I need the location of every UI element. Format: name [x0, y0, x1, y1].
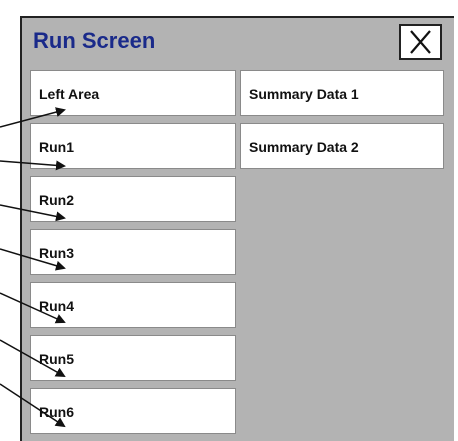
button-label: Run3 [39, 245, 74, 261]
summary-data-1-button[interactable]: Summary Data 1 [240, 70, 444, 116]
run2-button[interactable]: Run2 [30, 176, 236, 222]
screenshot-stage: Run Screen Left Area Run1 Run2 Run3 Run4… [0, 0, 458, 441]
close-x-icon [410, 30, 431, 54]
run5-button[interactable]: Run5 [30, 335, 236, 381]
run6-button[interactable]: Run6 [30, 388, 236, 434]
summary-data-2-button[interactable]: Summary Data 2 [240, 123, 444, 169]
run-screen-panel: Run Screen Left Area Run1 Run2 Run3 Run4… [20, 16, 454, 441]
button-label: Run4 [39, 298, 74, 314]
window-title: Run Screen [33, 28, 156, 53]
close-button[interactable] [399, 24, 442, 60]
button-label: Run5 [39, 351, 74, 367]
run4-button[interactable]: Run4 [30, 282, 236, 328]
button-label: Run2 [39, 192, 74, 208]
run1-button[interactable]: Run1 [30, 123, 236, 169]
button-label: Run6 [39, 404, 74, 420]
button-label: Summary Data 2 [249, 139, 359, 155]
button-label: Run1 [39, 139, 74, 155]
left-area-button[interactable]: Left Area [30, 70, 236, 116]
button-label: Summary Data 1 [249, 86, 359, 102]
button-label: Left Area [39, 86, 100, 102]
run3-button[interactable]: Run3 [30, 229, 236, 275]
